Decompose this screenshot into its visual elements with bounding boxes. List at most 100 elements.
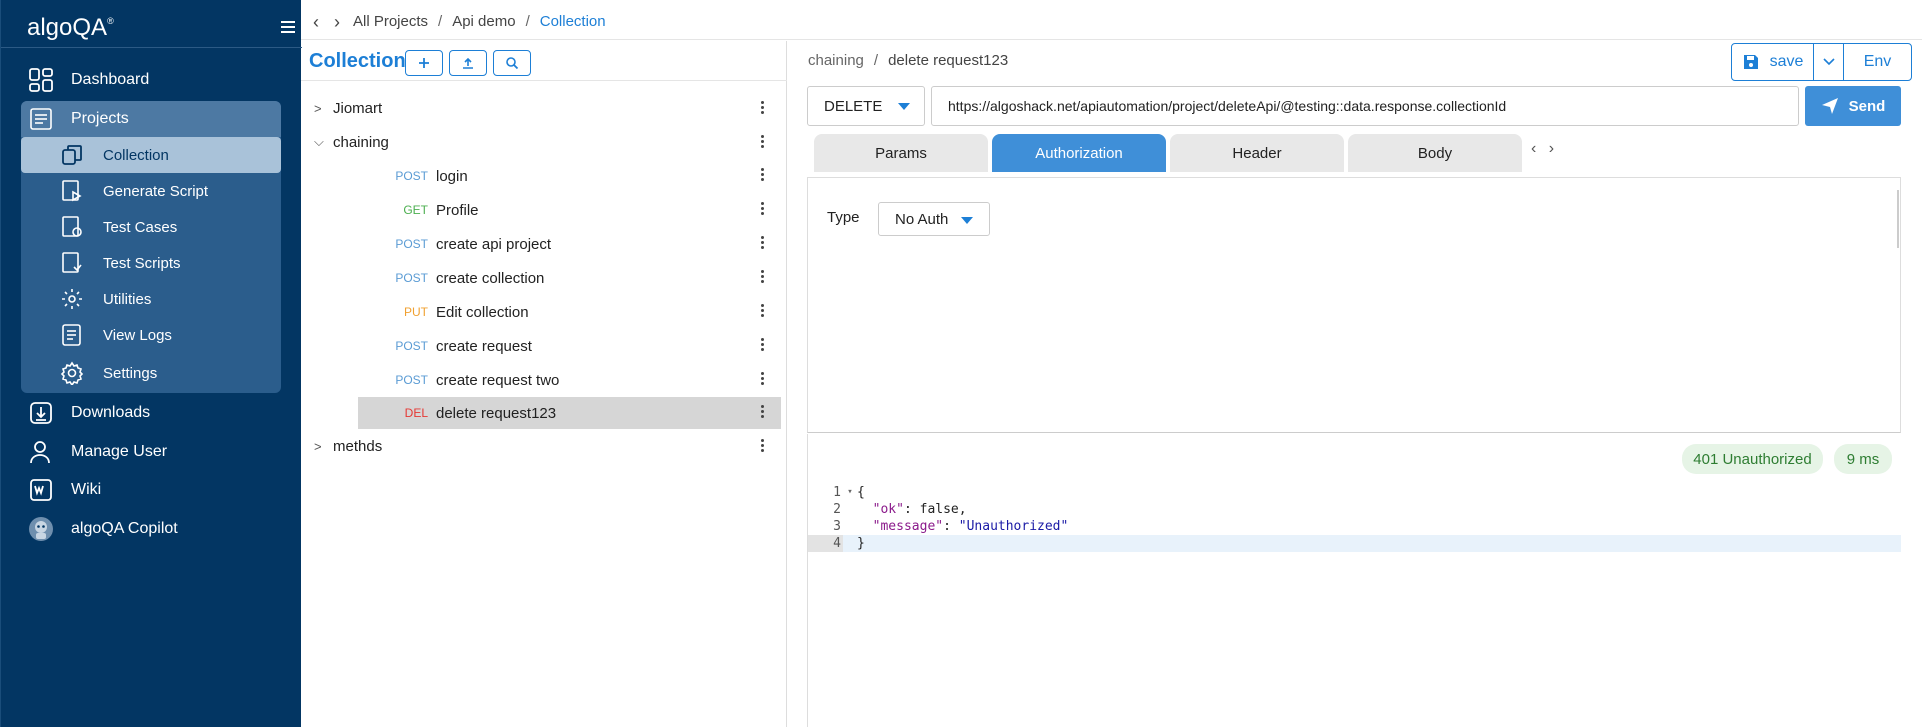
collection-title: Collection <box>309 50 406 72</box>
code-line: 1 ▾ { <box>808 484 1901 501</box>
logo[interactable]: algoQA® <box>27 14 114 42</box>
request-name: create request <box>436 337 532 355</box>
nav-manage-user[interactable]: Manage User <box>21 434 281 470</box>
settings-icon <box>59 360 85 386</box>
chevron-right-icon[interactable]: > <box>314 439 322 454</box>
collection-header: Collection <box>301 41 787 81</box>
request-method: POST <box>395 271 428 285</box>
tab-scroll-arrows[interactable]: ‹ › <box>1531 140 1558 158</box>
folder-chaining[interactable]: ⌵ chaining <box>301 127 787 157</box>
dashboard-icon <box>27 66 55 94</box>
request-item-active[interactable]: DEL delete request123 <box>358 397 781 429</box>
kebab-menu-icon[interactable] <box>761 336 765 354</box>
logo-mark: ® <box>107 16 114 26</box>
chevron-right-icon[interactable]: > <box>314 101 322 116</box>
fold-caret-icon[interactable]: ▾ <box>843 484 857 501</box>
sub-test-scripts-label: Test Scripts <box>103 254 181 272</box>
nav-projects[interactable]: Projects <box>21 101 281 137</box>
tab-label: Body <box>1417 144 1453 162</box>
breadcrumb-api-demo[interactable]: Api demo <box>452 13 515 30</box>
tab-scroll-arrows-glyph: ‹ › <box>1531 140 1559 157</box>
code-text: } <box>857 536 865 551</box>
import-collection-button[interactable] <box>449 50 487 76</box>
time-text: 9 ms <box>1846 450 1880 468</box>
time-badge: 9 ms <box>1834 444 1892 474</box>
hamburger-icon[interactable] <box>281 18 295 38</box>
app-root: algoQA® Dashboard Projects Collection Ge… <box>0 0 1922 727</box>
request-breadcrumb-folder[interactable]: chaining <box>808 52 864 69</box>
auth-type-select[interactable]: No Auth <box>878 202 990 236</box>
kebab-menu-icon[interactable] <box>761 268 765 286</box>
save-options-dropdown[interactable] <box>1814 44 1844 80</box>
kebab-menu-icon[interactable] <box>761 370 765 388</box>
request-item[interactable]: POST create request two <box>358 364 781 396</box>
collection-panel: Collection > Jiomart ⌵ chaining POST log… <box>301 41 787 727</box>
nav-dashboard[interactable]: Dashboard <box>21 62 281 98</box>
kebab-menu-icon[interactable] <box>761 99 765 117</box>
response-body-editor[interactable]: 1 ▾ { 2 "ok": false, 3 "message": "Unaut… <box>808 484 1901 552</box>
nav-copilot[interactable]: algoQA Copilot <box>21 511 281 547</box>
tab-header[interactable]: Header <box>1170 134 1344 172</box>
sub-test-cases[interactable]: Test Cases <box>53 209 281 245</box>
back-arrow-icon[interactable]: ‹ <box>313 12 319 33</box>
tab-authorization[interactable]: Authorization <box>992 134 1166 172</box>
sub-generate-script[interactable]: Generate Script <box>53 173 281 209</box>
line-number: 1 <box>833 485 841 500</box>
request-item[interactable]: PUT Edit collection <box>358 296 781 328</box>
request-method: POST <box>395 169 428 183</box>
folder-jiomart[interactable]: > Jiomart <box>301 93 787 123</box>
forward-arrow-icon[interactable]: › <box>334 12 340 33</box>
scrollbar[interactable] <box>1897 190 1899 248</box>
search-collection-button[interactable] <box>493 50 531 76</box>
kebab-menu-icon[interactable] <box>761 234 765 252</box>
tab-params[interactable]: Params <box>814 134 988 172</box>
sub-settings[interactable]: Settings <box>53 355 281 391</box>
json-value: false, <box>919 502 967 517</box>
breadcrumb-collection: Collection <box>539 13 606 30</box>
nav-wiki[interactable]: Wiki <box>21 472 281 508</box>
sub-collection[interactable]: Collection <box>53 137 281 173</box>
folder-name: chaining <box>333 133 389 151</box>
kebab-menu-icon[interactable] <box>761 403 765 421</box>
request-item[interactable]: POST login <box>358 160 781 192</box>
request-item[interactable]: GET Profile <box>358 194 781 226</box>
folder-methds[interactable]: > methds <box>301 431 787 461</box>
user-icon <box>27 438 55 466</box>
sub-view-logs[interactable]: View Logs <box>53 317 281 353</box>
request-item[interactable]: POST create api project <box>358 228 781 260</box>
kebab-menu-icon[interactable] <box>761 200 765 218</box>
sub-view-logs-label: View Logs <box>103 326 172 344</box>
breadcrumb-all-projects[interactable]: All Projects <box>353 13 428 30</box>
breadcrumb-sep: / <box>525 13 530 30</box>
chevron-down-icon[interactable]: ⌵ <box>314 134 324 150</box>
request-item[interactable]: POST create request <box>358 330 781 362</box>
kebab-menu-icon[interactable] <box>761 166 765 184</box>
request-method: POST <box>395 373 428 387</box>
send-icon <box>1821 98 1838 114</box>
env-button[interactable]: Env <box>1844 44 1911 80</box>
sub-collection-label: Collection <box>103 146 169 164</box>
sub-test-scripts[interactable]: Test Scripts <box>53 245 281 281</box>
send-button[interactable]: Send <box>1805 86 1901 126</box>
request-item[interactable]: POST create collection <box>358 262 781 294</box>
nav-manage-user-label: Manage User <box>71 443 168 460</box>
method-select[interactable]: DELETE <box>807 86 925 126</box>
save-button[interactable]: save <box>1732 44 1814 80</box>
save-group: save Env <box>1731 43 1912 81</box>
request-breadcrumb-name: delete request123 <box>888 52 1009 69</box>
tab-body[interactable]: Body <box>1348 134 1522 172</box>
kebab-menu-icon[interactable] <box>761 437 765 455</box>
response-panel <box>807 434 1901 727</box>
url-input[interactable]: https://algoshack.net/apiautomation/proj… <box>931 86 1799 126</box>
method-value: DELETE <box>824 97 883 115</box>
add-collection-button[interactable] <box>405 50 443 76</box>
kebab-menu-icon[interactable] <box>761 302 765 320</box>
request-name: delete request123 <box>436 404 557 422</box>
kebab-menu-icon[interactable] <box>761 133 765 151</box>
auth-type-value: No Auth <box>895 210 949 228</box>
request-method: PUT <box>404 305 428 319</box>
request-method: DEL <box>404 406 428 420</box>
sub-utilities[interactable]: Utilities <box>53 281 281 317</box>
line-number: 4 <box>808 535 843 552</box>
nav-downloads[interactable]: Downloads <box>21 395 281 431</box>
